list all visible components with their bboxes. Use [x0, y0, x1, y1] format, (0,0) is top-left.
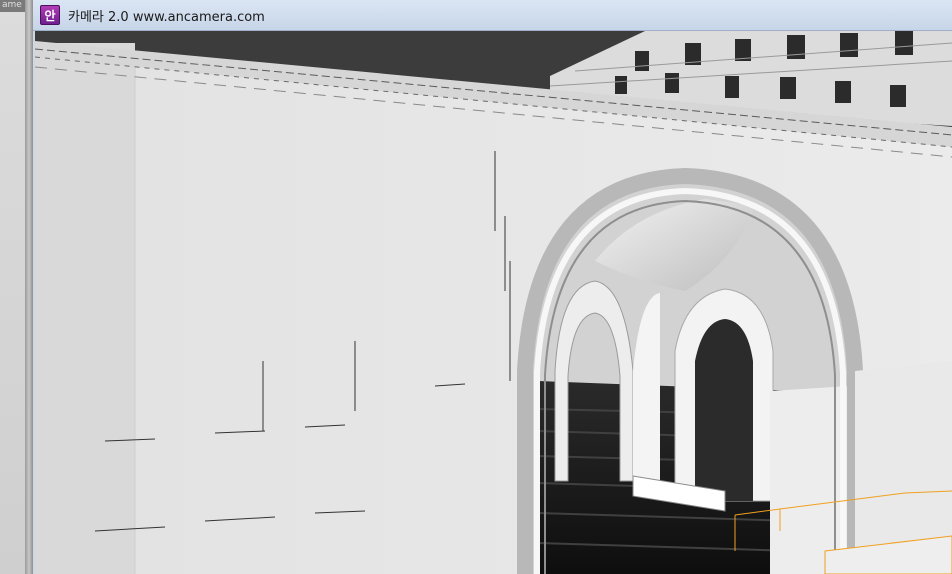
background-viewport-border — [25, 0, 33, 574]
window-titlebar[interactable]: 안 카메라 2.0 www.ancamera.com — [33, 0, 952, 31]
camera-app-window[interactable]: 안 카메라 2.0 www.ancamera.com — [33, 0, 952, 574]
background-viewport: ame — [0, 0, 34, 574]
window-title: 카메라 2.0 www.ancamera.com — [68, 9, 265, 25]
scene-render — [35, 31, 952, 574]
render-viewport[interactable] — [35, 31, 952, 574]
app-icon[interactable]: 안 — [40, 5, 60, 25]
